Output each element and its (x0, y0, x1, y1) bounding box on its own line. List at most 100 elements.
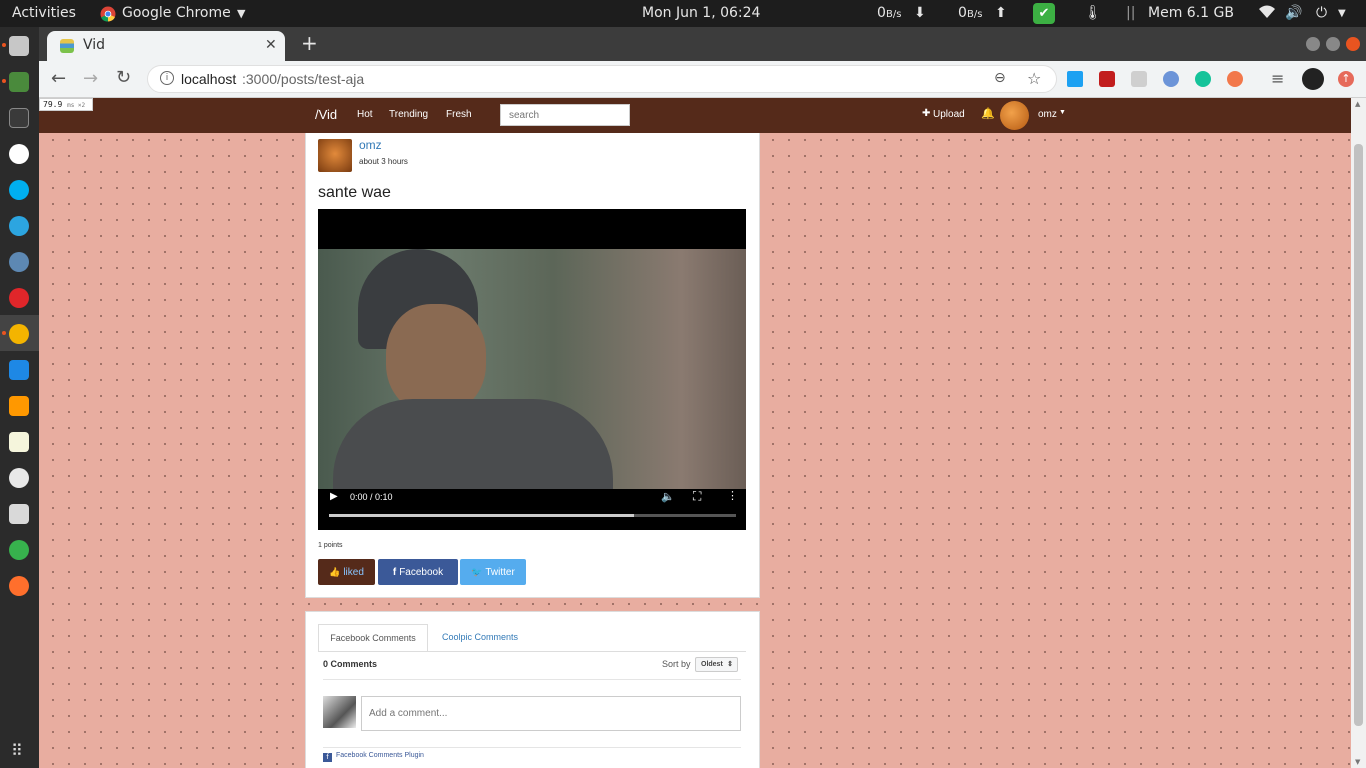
extension-tweetdeck-icon[interactable] (1067, 71, 1083, 87)
add-comment-input[interactable] (361, 696, 741, 731)
video-face-shape (386, 304, 486, 414)
minimize-window-icon[interactable] (1306, 37, 1320, 51)
upload-plus-icon[interactable]: ✚ (922, 108, 930, 119)
new-tab-icon[interactable]: + (301, 31, 318, 55)
post-title: sante wae (318, 184, 391, 201)
sort-by-label: Sort by (662, 659, 691, 669)
back-icon[interactable]: ← (51, 68, 66, 89)
play-icon[interactable]: ▶ (330, 491, 338, 502)
chrome-update-menu-icon[interactable]: ↑ (1338, 71, 1354, 87)
profile-avatar-icon[interactable] (1302, 68, 1324, 90)
perf-overlay-unit: ms ×2 (67, 102, 86, 109)
volume-icon[interactable]: 🔊 (1285, 5, 1302, 21)
video-time: 0:00 / 0:10 (350, 492, 393, 502)
comment-count: 0 Comments (323, 659, 378, 669)
browser-tab[interactable]: Vid ✕ (47, 31, 285, 61)
tab-facebook-comments[interactable]: Facebook Comments (318, 624, 428, 651)
app-menu-chevron-icon[interactable]: ▼ (237, 7, 245, 20)
app-menu-label[interactable]: Google Chrome (122, 5, 231, 21)
forward-icon[interactable]: → (83, 68, 98, 89)
files-manager-icon[interactable] (9, 36, 29, 56)
nav-link-fresh[interactable]: Fresh (446, 109, 472, 120)
sort-order-select[interactable]: Oldest ⇕ (695, 657, 738, 672)
running-indicator (2, 43, 6, 47)
upload-link[interactable]: Upload (933, 109, 965, 120)
liked-button[interactable]: 👍 liked (318, 559, 375, 585)
close-window-icon[interactable] (1346, 37, 1360, 51)
terminal-icon[interactable] (9, 108, 29, 128)
video-more-options-icon[interactable]: ⋮ (727, 489, 738, 502)
text-editor-icon[interactable] (9, 432, 29, 452)
extension-js-icon[interactable] (1163, 71, 1179, 87)
sublime-text-icon[interactable] (9, 396, 29, 416)
skype-icon[interactable] (9, 180, 29, 200)
tab-coolpic-comments[interactable]: Coolpic Comments (428, 624, 532, 651)
notification-bell-icon[interactable]: 🔔 (981, 107, 995, 120)
nav-link-hot[interactable]: Hot (357, 109, 373, 120)
postgres-elephant-icon[interactable] (9, 252, 29, 272)
site-info-icon[interactable]: i (160, 71, 174, 85)
system-menu-chevron-icon[interactable]: ▼ (1338, 8, 1346, 19)
tabs-divider (318, 651, 746, 652)
plugin-divider (323, 747, 741, 748)
video-progress-track[interactable] (329, 514, 736, 517)
share-twitter-button[interactable]: 🐦 Twitter (460, 559, 526, 585)
clock[interactable]: Mon Jun 1, 06:24 (642, 5, 760, 21)
site-search-input[interactable] (500, 104, 630, 126)
net-down-unit: B/s (886, 9, 902, 20)
thermometer-icon[interactable]: 🌡 (1084, 5, 1102, 21)
extension-network-icon[interactable] (1227, 71, 1243, 87)
site-brand[interactable]: /Vid (315, 107, 337, 122)
postman-icon[interactable] (9, 576, 29, 596)
power-icon[interactable]: ⏻ (1316, 5, 1327, 21)
net-down-value: 0 (877, 5, 886, 21)
mysql-workbench-icon[interactable] (9, 504, 29, 524)
scrollbar-thumb[interactable] (1354, 144, 1363, 726)
fullscreen-icon[interactable]: ⛶ (693, 489, 701, 504)
reload-icon[interactable]: ↻ (116, 67, 131, 88)
system-monitor-icon[interactable] (9, 72, 29, 92)
extension-grammarly-icon[interactable] (1195, 71, 1211, 87)
opera-icon[interactable] (9, 288, 29, 308)
vscode-icon[interactable] (9, 360, 29, 380)
author-name-link[interactable]: omz (359, 138, 382, 152)
video-player[interactable]: ▶ 0:00 / 0:10 🔈 ⛶ ⋮ (318, 209, 746, 530)
memory-indicator[interactable]: Mem 6.1 GB (1148, 5, 1234, 21)
video-controls: ▶ 0:00 / 0:10 🔈 ⛶ ⋮ (318, 489, 746, 530)
media-controls-icon[interactable]: ≡ (1271, 69, 1284, 88)
user-menu-caret-icon[interactable]: ▼ (1059, 109, 1066, 116)
mute-volume-icon[interactable]: 🔈 (661, 490, 675, 503)
address-bar[interactable]: i localhost :3000/posts/test-aja ⊖ ☆ (147, 65, 1057, 93)
facebook-plugin-link[interactable]: Facebook Comments Plugin (336, 752, 424, 759)
scroll-up-icon[interactable]: ▲ (1355, 100, 1360, 108)
zoom-icon[interactable]: ⊖ (994, 70, 1006, 86)
extension-ruby-icon[interactable] (1099, 71, 1115, 87)
wifi-icon[interactable] (1259, 5, 1275, 23)
user-menu-name[interactable]: omz (1038, 109, 1057, 120)
amazon-icon[interactable] (9, 144, 29, 164)
twitter-bird-icon: 🐦 (471, 566, 483, 577)
comments-header-divider (323, 679, 741, 680)
activities-button[interactable]: Activities (12, 5, 76, 21)
bookmark-star-icon[interactable]: ☆ (1027, 69, 1041, 88)
share-facebook-button[interactable]: f Facebook (378, 559, 458, 585)
maximize-window-icon[interactable] (1326, 37, 1340, 51)
show-applications-icon[interactable]: ⠿ (11, 741, 23, 760)
nav-link-trending[interactable]: Trending (389, 109, 428, 120)
close-tab-icon[interactable]: ✕ (265, 37, 277, 53)
gitkraken-icon[interactable] (9, 540, 29, 560)
telegram-icon[interactable] (9, 216, 29, 236)
chrome-dock-icon[interactable] (9, 324, 29, 344)
cpu-graph-icon: || (1126, 5, 1136, 21)
video-frame (318, 249, 746, 489)
author-avatar[interactable] (318, 139, 352, 172)
update-check-icon[interactable]: ✔ (1033, 3, 1055, 24)
chrome-app-icon (100, 6, 116, 26)
extension-react-devtools-icon[interactable] (1131, 71, 1147, 87)
page-scrollbar[interactable]: ▲ ▼ (1351, 98, 1366, 768)
thumbs-up-icon: 👍 (329, 566, 341, 577)
slack-icon[interactable] (9, 468, 29, 488)
scroll-down-icon[interactable]: ▼ (1355, 758, 1360, 766)
user-avatar[interactable] (1000, 101, 1029, 130)
video-progress-fill (329, 514, 635, 517)
